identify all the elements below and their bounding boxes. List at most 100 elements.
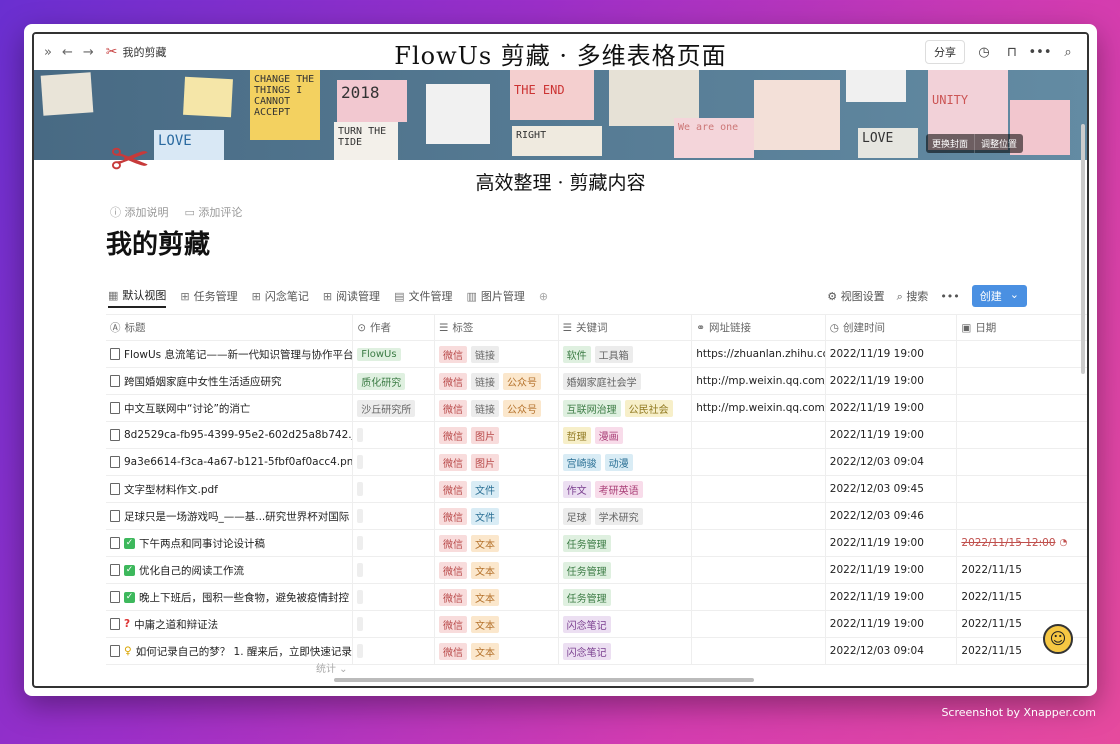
- date-cell[interactable]: 2022/11/15: [957, 557, 1087, 583]
- title-cell[interactable]: 跨国婚姻家庭中女性生活适应研究: [106, 368, 354, 394]
- title-cell[interactable]: 足球只是一场游戏吗_——基...研究世界杯对国际: [106, 503, 354, 529]
- keywords-cell[interactable]: 任务管理: [559, 584, 693, 610]
- date-cell[interactable]: 2022/11/15 12:00 ◔: [957, 530, 1087, 556]
- column-header-author[interactable]: ⊙ 作者: [353, 315, 435, 340]
- url-cell[interactable]: http://mp.weixin.qq.com/s?: [692, 395, 826, 421]
- table-row[interactable]: ✓ 优化自己的阅读工作流 微信 文本 任务管理 2022/11/19 19:00 2022/…: [106, 557, 1087, 584]
- tags-cell[interactable]: 微信 文件: [435, 476, 559, 502]
- keywords-cell[interactable]: 宫崎骏 动漫: [559, 449, 693, 475]
- keywords-cell[interactable]: 作文 考研英语: [559, 476, 693, 502]
- url-link[interactable]: https://zhuanlan.zhihu.com: [696, 348, 825, 360]
- table-row[interactable]: 9a3e6614-f3ca-4a67-b121-5fbf0af0acc4.png…: [106, 449, 1087, 476]
- author-cell[interactable]: FlowUs: [353, 341, 435, 367]
- keywords-cell[interactable]: 互联网治理 公民社会: [559, 395, 693, 421]
- table-row[interactable]: FlowUs 息流笔记——新一代知识管理与协作平台 FlowUs 微信 链接 软件 工具箱…: [106, 341, 1087, 368]
- title-cell[interactable]: 9a3e6614-f3ca-4a67-b121-5fbf0af0acc4.png: [106, 449, 354, 475]
- table-row[interactable]: 8d2529ca-fb95-4399-95e2-602d25a8b742.jp 微…: [106, 422, 1087, 449]
- url-cell[interactable]: [692, 557, 826, 583]
- table-row[interactable]: ♀ 如何记录自己的梦？ 1. 醒来后，立即快速记录 微信 文本 闪念笔记 2022/12/…: [106, 638, 1087, 665]
- tags-cell[interactable]: 微信 链接 公众号: [435, 368, 559, 394]
- author-cell[interactable]: [353, 476, 435, 502]
- keywords-cell[interactable]: 足球 学术研究: [559, 503, 693, 529]
- title-cell[interactable]: ✓ 优化自己的阅读工作流: [106, 557, 354, 583]
- title-cell[interactable]: ✓ 下午两点和同事讨论设计稿: [106, 530, 354, 556]
- keywords-cell[interactable]: 闪念笔记: [559, 611, 693, 637]
- tags-cell[interactable]: 微信 文本: [435, 584, 559, 610]
- title-cell[interactable]: 中文互联网中“讨论”的消亡: [106, 395, 354, 421]
- date-cell[interactable]: [957, 449, 1087, 475]
- tags-cell[interactable]: 微信 链接 公众号: [435, 395, 559, 421]
- url-cell[interactable]: [692, 476, 826, 502]
- url-cell[interactable]: [692, 422, 826, 448]
- author-cell[interactable]: [353, 557, 435, 583]
- title-cell[interactable]: ✓ 晚上下班后，囤积一些食物，避免被疫情封控: [106, 584, 354, 610]
- date-cell[interactable]: 2022/11/15: [957, 584, 1087, 610]
- table-row[interactable]: ? 中庸之道和辩证法 微信 文本 闪念笔记 2022/11/19 19:00 2022/11…: [106, 611, 1087, 638]
- title-cell[interactable]: FlowUs 息流笔记——新一代知识管理与协作平台: [106, 341, 354, 367]
- horizontal-scrollbar[interactable]: [334, 678, 754, 682]
- view-more-icon[interactable]: •••: [940, 290, 959, 303]
- column-header-title[interactable]: Ⓐ 标题: [106, 315, 354, 340]
- title-cell[interactable]: ? 中庸之道和辩证法: [106, 611, 354, 637]
- tab-reading-management[interactable]: ⊞ 阅读管理: [323, 284, 380, 308]
- url-cell[interactable]: https://zhuanlan.zhihu.com: [692, 341, 826, 367]
- author-cell[interactable]: [353, 638, 435, 664]
- tab-flash-notes[interactable]: ⊞ 闪念笔记: [252, 284, 309, 308]
- add-description-link[interactable]: ⓘ 添加说明: [110, 204, 169, 220]
- url-cell[interactable]: [692, 611, 826, 637]
- smiley-helper-icon[interactable]: ☺: [1043, 624, 1073, 654]
- chevron-down-icon[interactable]: ⌄: [1010, 288, 1019, 304]
- keywords-cell[interactable]: 任务管理: [559, 557, 693, 583]
- table-row[interactable]: 中文互联网中“讨论”的消亡 沙丘研究所 微信 链接 公众号 互联网治理 公民社会 http:/…: [106, 395, 1087, 422]
- author-cell[interactable]: 质化研究: [353, 368, 435, 394]
- keywords-cell[interactable]: 婚姻家庭社会学: [559, 368, 693, 394]
- column-header-tags[interactable]: ☰ 标签: [435, 315, 559, 340]
- author-cell[interactable]: [353, 422, 435, 448]
- search-button[interactable]: ⌕ 搜索: [897, 288, 929, 304]
- author-cell[interactable]: [353, 611, 435, 637]
- keywords-cell[interactable]: 任务管理: [559, 530, 693, 556]
- adjust-position-button[interactable]: 调整位置: [973, 134, 1023, 153]
- tab-file-management[interactable]: ▤ 文件管理: [394, 284, 452, 308]
- keywords-cell[interactable]: 哲理 漫画: [559, 422, 693, 448]
- column-header-date[interactable]: ▣ 日期: [957, 315, 1087, 340]
- add-view-icon[interactable]: ⊕: [539, 290, 548, 303]
- tab-image-management[interactable]: ▥ 图片管理: [466, 284, 524, 308]
- url-cell[interactable]: http://mp.weixin.qq.com/s?: [692, 368, 826, 394]
- tags-cell[interactable]: 微信 文本: [435, 557, 559, 583]
- url-cell[interactable]: [692, 449, 826, 475]
- column-header-url[interactable]: ⚭ 网址链接: [692, 315, 826, 340]
- view-settings-button[interactable]: ⚙ 视图设置: [827, 288, 884, 304]
- url-cell[interactable]: [692, 530, 826, 556]
- column-header-keywords[interactable]: ☰ 关键词: [559, 315, 693, 340]
- author-cell[interactable]: [353, 584, 435, 610]
- tab-task-management[interactable]: ⊞ 任务管理: [180, 284, 237, 308]
- url-link[interactable]: http://mp.weixin.qq.com/s?: [696, 402, 825, 414]
- date-cell[interactable]: [957, 503, 1087, 529]
- tab-default-view[interactable]: ▦ 默认视图: [108, 284, 167, 308]
- date-cell[interactable]: [957, 395, 1087, 421]
- date-cell[interactable]: [957, 368, 1087, 394]
- keywords-cell[interactable]: 闪念笔记: [559, 638, 693, 664]
- table-row[interactable]: ✓ 晚上下班后，囤积一些食物，避免被疫情封控 微信 文本 任务管理 2022/11/19 …: [106, 584, 1087, 611]
- table-row[interactable]: 文字型材料作文.pdf 微信 文件 作文 考研英语 2022/12/03 09:45: [106, 476, 1087, 503]
- date-cell[interactable]: [957, 341, 1087, 367]
- vertical-scrollbar[interactable]: [1081, 124, 1085, 374]
- create-button[interactable]: 创建 ⌄: [971, 285, 1027, 307]
- url-cell[interactable]: [692, 638, 826, 664]
- tags-cell[interactable]: 微信 文本: [435, 638, 559, 664]
- author-cell[interactable]: [353, 449, 435, 475]
- column-header-created[interactable]: ◷ 创建时间: [826, 315, 958, 340]
- table-row[interactable]: ✓ 下午两点和同事讨论设计稿 微信 文本 任务管理 2022/11/19 19:00 202…: [106, 530, 1087, 557]
- title-cell[interactable]: 文字型材料作文.pdf: [106, 476, 354, 502]
- tags-cell[interactable]: 微信 文本: [435, 611, 559, 637]
- author-cell[interactable]: 沙丘研究所: [353, 395, 435, 421]
- author-cell[interactable]: [353, 530, 435, 556]
- table-row[interactable]: 足球只是一场游戏吗_——基...研究世界杯对国际 微信 文件 足球 学术研究 2022/1…: [106, 503, 1087, 530]
- title-cell[interactable]: 8d2529ca-fb95-4399-95e2-602d25a8b742.jp: [106, 422, 354, 448]
- add-comment-link[interactable]: ▭ 添加评论: [185, 204, 243, 220]
- tags-cell[interactable]: 微信 图片: [435, 449, 559, 475]
- keywords-cell[interactable]: 软件 工具箱: [559, 341, 693, 367]
- date-cell[interactable]: [957, 476, 1087, 502]
- tags-cell[interactable]: 微信 链接: [435, 341, 559, 367]
